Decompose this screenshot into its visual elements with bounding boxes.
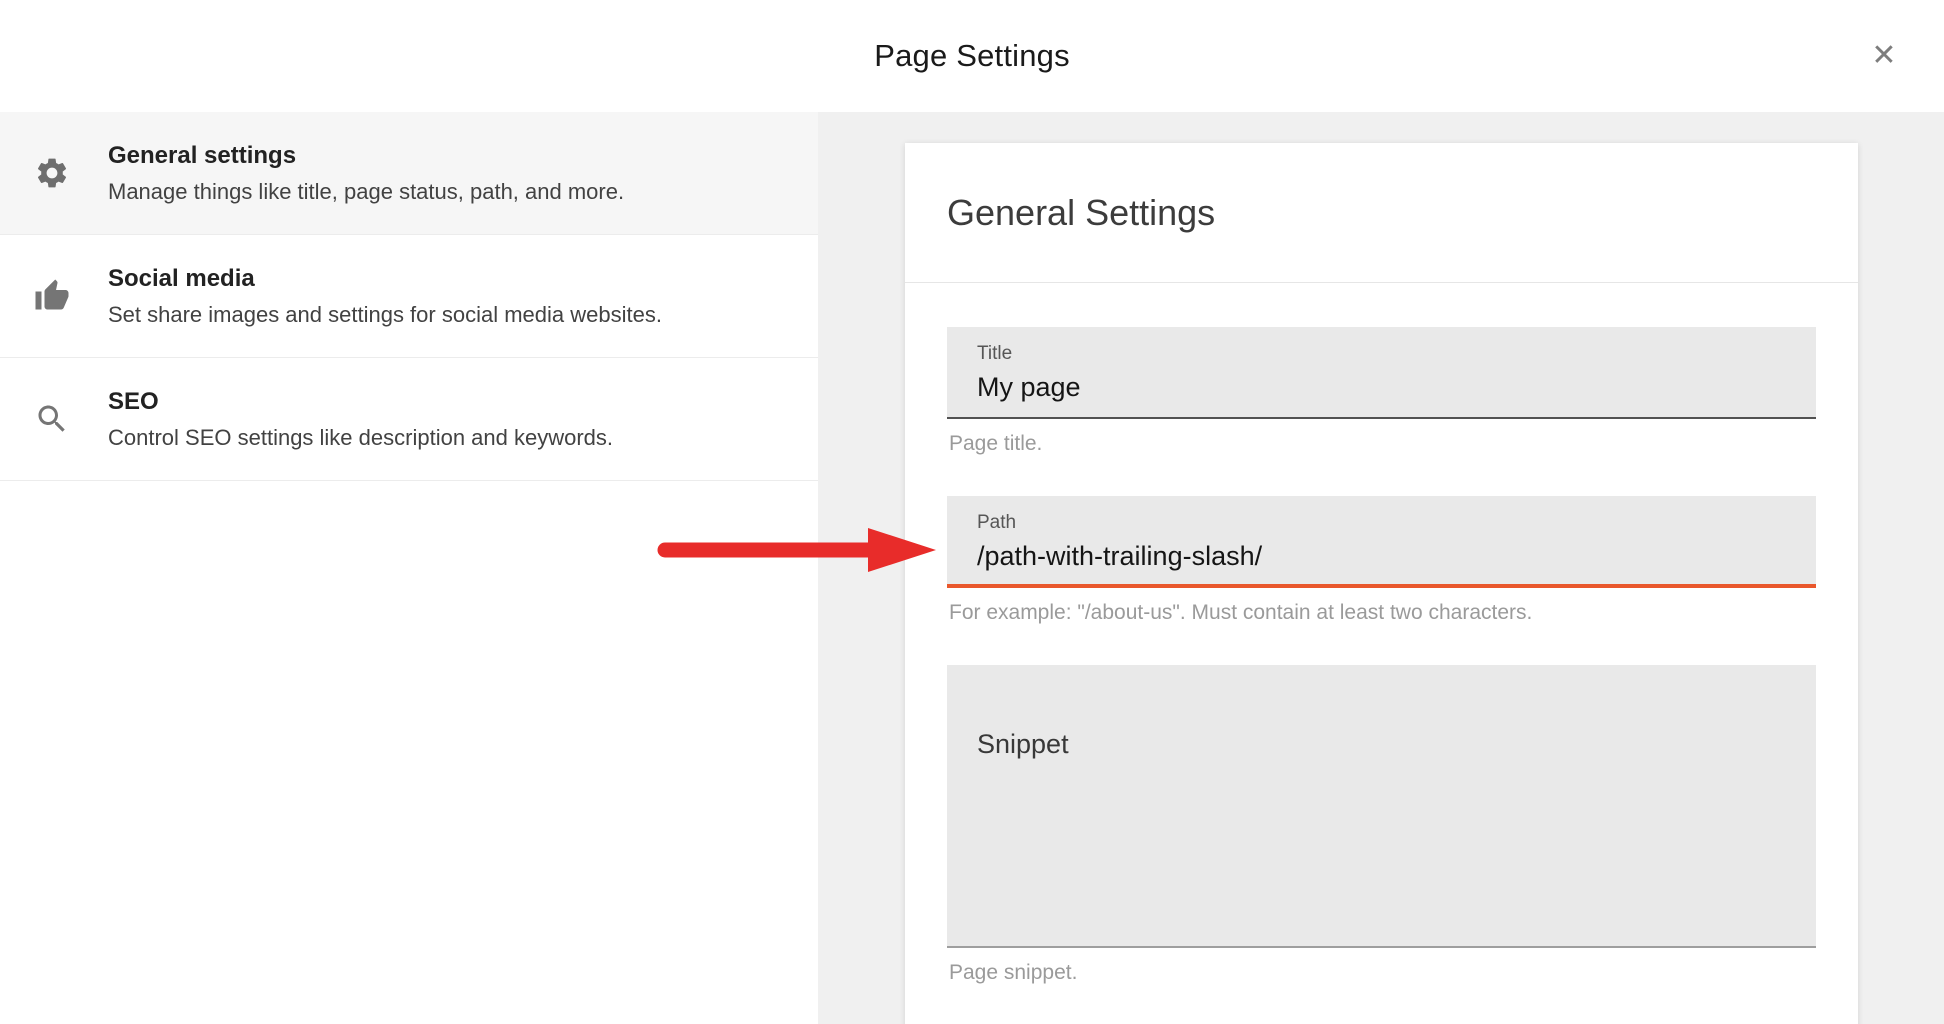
sidebar-item-label: General settings bbox=[108, 142, 624, 170]
path-field-hint: For example: "/about-us". Must contain a… bbox=[949, 601, 1816, 625]
snippet-field[interactable]: Snippet bbox=[947, 665, 1816, 948]
search-icon bbox=[34, 401, 70, 437]
snippet-field-group: Snippet Page snippet. bbox=[947, 665, 1816, 985]
panel-heading: General Settings bbox=[947, 192, 1215, 234]
path-field[interactable]: Path /path-with-trailing-slash/ bbox=[947, 496, 1816, 588]
sidebar-item-label: Social media bbox=[108, 265, 662, 293]
modal-header: Page Settings ✕ bbox=[0, 0, 1944, 112]
page-title: Page Settings bbox=[0, 0, 1944, 112]
sidebar-item-label: SEO bbox=[108, 388, 613, 416]
page-settings-modal: Page Settings ✕ General settings Manage … bbox=[0, 0, 1944, 1024]
settings-panel: General Settings Title My page Page titl… bbox=[818, 112, 1944, 1024]
path-field-label: Path bbox=[977, 512, 1786, 534]
card-header: General Settings bbox=[905, 143, 1858, 283]
sidebar-item-general-settings[interactable]: General settings Manage things like titl… bbox=[0, 112, 818, 235]
title-field-value: My page bbox=[977, 372, 1786, 403]
title-field-group: Title My page Page title. bbox=[947, 327, 1816, 456]
general-settings-card: General Settings Title My page Page titl… bbox=[905, 143, 1858, 1024]
sidebar-item-description: Manage things like title, page status, p… bbox=[108, 179, 624, 205]
thumbs-up-icon bbox=[34, 278, 70, 314]
title-field[interactable]: Title My page bbox=[947, 327, 1816, 419]
title-field-label: Title bbox=[977, 343, 1786, 365]
sidebar-item-seo[interactable]: SEO Control SEO settings like descriptio… bbox=[0, 358, 818, 481]
path-field-value: /path-with-trailing-slash/ bbox=[977, 541, 1786, 572]
gear-icon bbox=[34, 155, 70, 191]
path-field-group: Path /path-with-trailing-slash/ For exam… bbox=[947, 496, 1816, 625]
card-body: Title My page Page title. Path /path-wit… bbox=[905, 283, 1858, 985]
close-button[interactable]: ✕ bbox=[1858, 30, 1910, 82]
snippet-field-label: Snippet bbox=[977, 729, 1069, 759]
close-icon: ✕ bbox=[1871, 41, 1896, 71]
sidebar-item-social-media[interactable]: Social media Set share images and settin… bbox=[0, 235, 818, 358]
sidebar-item-description: Set share images and settings for social… bbox=[108, 302, 662, 328]
title-field-hint: Page title. bbox=[949, 432, 1816, 456]
snippet-field-hint: Page snippet. bbox=[949, 961, 1816, 985]
sidebar-item-description: Control SEO settings like description an… bbox=[108, 425, 613, 451]
settings-sidebar: General settings Manage things like titl… bbox=[0, 112, 818, 1024]
